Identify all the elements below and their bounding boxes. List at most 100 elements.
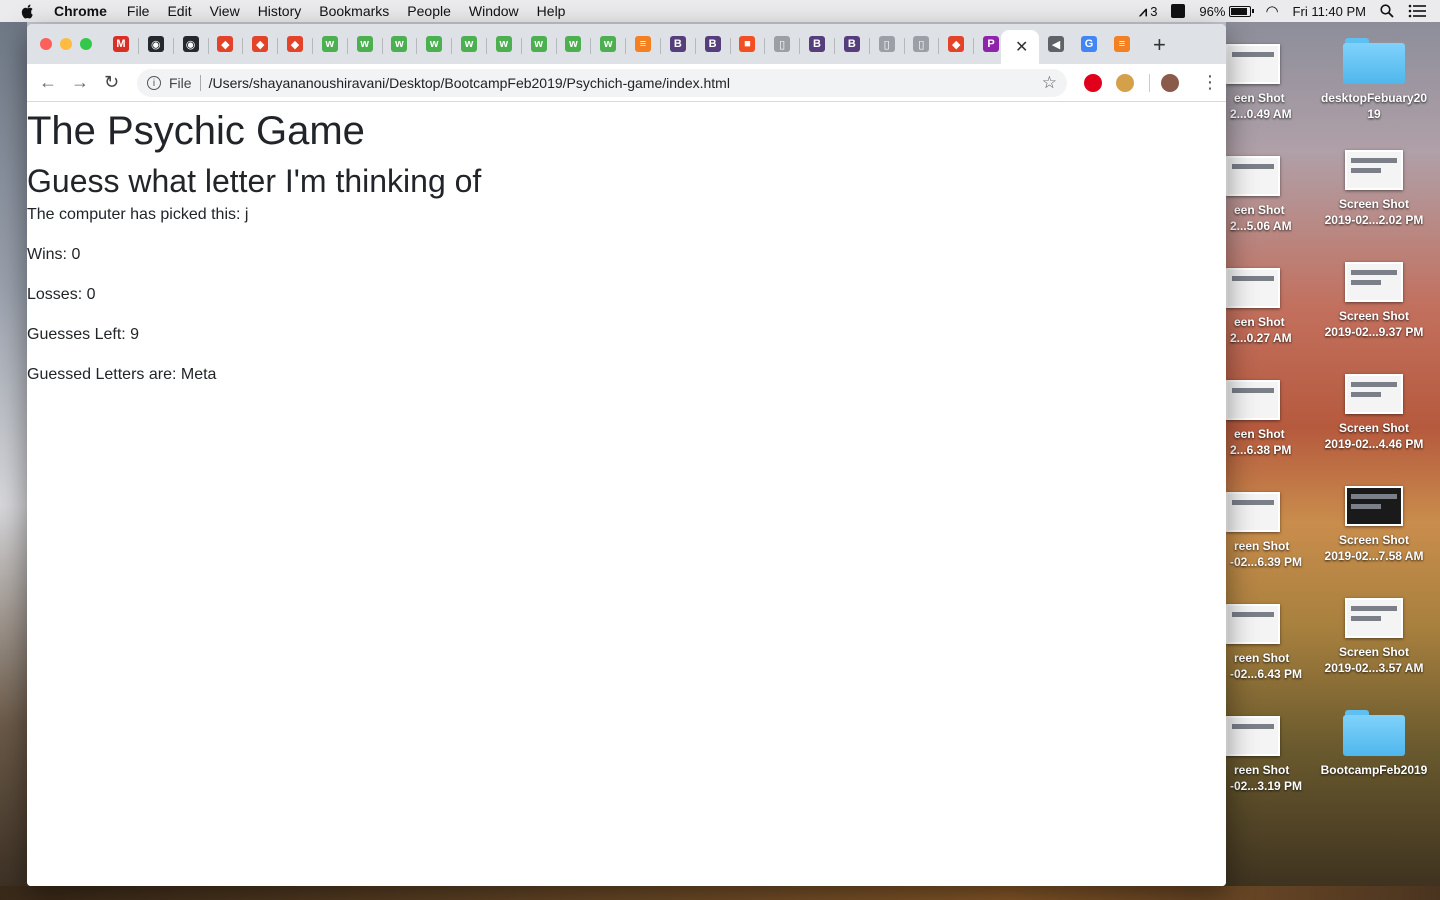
desktop-icon-label: een Shot xyxy=(1234,315,1285,329)
w3schools-icon[interactable]: w xyxy=(495,36,512,52)
tab-separator xyxy=(938,38,940,54)
menu-file[interactable]: File xyxy=(127,3,150,19)
reload-icon[interactable]: ↻ xyxy=(104,72,119,93)
menu-bookmarks[interactable]: Bookmarks xyxy=(319,3,389,19)
gitlab-icon[interactable]: ◆ xyxy=(217,36,234,52)
opera-extension-icon[interactable] xyxy=(1084,74,1102,92)
chrome-menu-icon[interactable]: ⋮ xyxy=(1201,72,1219,93)
menu-edit[interactable]: Edit xyxy=(167,3,191,19)
w3schools-icon[interactable]: w xyxy=(530,36,547,52)
desktop-icon-label: Screen Shot xyxy=(1338,645,1410,659)
desktop-screenshot-file[interactable]: Screen Shot 2019-02...4.46 PM xyxy=(1319,374,1429,452)
desktop-screenshot-file[interactable]: reen Shot -02...3.19 PM xyxy=(1226,716,1316,794)
menu-help[interactable]: Help xyxy=(537,3,566,19)
microsoft-icon[interactable]: ■ xyxy=(739,36,756,52)
github-icon[interactable]: ◉ xyxy=(182,36,199,52)
desktop-wallpaper-left xyxy=(0,22,27,900)
document-icon[interactable]: ▯ xyxy=(878,36,895,52)
stackoverflow-icon[interactable]: ≡ xyxy=(635,36,651,52)
tab-separator xyxy=(381,38,383,54)
minimize-window-button[interactable] xyxy=(60,38,72,50)
losses-text: Losses: 0 xyxy=(27,286,96,303)
google-icon[interactable]: G xyxy=(1081,36,1097,52)
tab-separator xyxy=(660,38,661,54)
apple-icon[interactable] xyxy=(20,3,36,19)
close-window-button[interactable] xyxy=(40,38,52,50)
desktop-icon-label: desktopFebuary20 xyxy=(1320,91,1428,105)
adobe-count: 3 xyxy=(1150,3,1158,19)
profile-avatar[interactable] xyxy=(1161,74,1179,92)
gitlab-icon[interactable]: ◆ xyxy=(287,36,303,52)
bootstrap-icon[interactable]: B xyxy=(809,36,825,52)
desktop-screenshot-file[interactable]: reen Shot -02...6.43 PM xyxy=(1226,604,1316,682)
desktop-screenshot-file[interactable]: een Shot 2...6.38 PM xyxy=(1226,380,1316,458)
desktop-icon-label: een Shot xyxy=(1234,91,1285,105)
desktop-screenshot-file[interactable]: reen Shot -02...6.39 PM xyxy=(1226,492,1316,570)
document-icon[interactable]: ▯ xyxy=(913,36,930,52)
battery-icon[interactable] xyxy=(1229,5,1255,17)
wifi-icon[interactable]: ◠ xyxy=(1265,2,1278,20)
menu-window[interactable]: Window xyxy=(469,3,519,19)
app-status-icon[interactable] xyxy=(1171,4,1186,18)
gmail-icon[interactable]: M xyxy=(113,36,129,52)
spotlight-search-icon[interactable] xyxy=(1380,4,1394,18)
menu-history[interactable]: History xyxy=(258,3,302,19)
url-text[interactable]: /Users/shayananoushiravani/Desktop/Bootc… xyxy=(209,75,730,91)
desktop-icon-sublabel: 2...0.49 AM xyxy=(1230,107,1292,121)
info-icon[interactable]: i xyxy=(147,76,161,90)
audio-icon[interactable]: ◀ xyxy=(1048,36,1064,52)
back-arrow-icon[interactable]: ← xyxy=(39,72,57,93)
desktop-screenshot-file[interactable]: een Shot 2...0.27 AM xyxy=(1226,268,1316,346)
close-tab-icon[interactable]: ✕ xyxy=(1015,37,1028,57)
app-menu-chrome[interactable]: Chrome xyxy=(54,3,107,19)
zoom-window-button[interactable] xyxy=(80,38,92,50)
tab-separator xyxy=(694,38,696,54)
desktop-screenshot-file[interactable]: Screen Shot 2019-02...9.37 PM xyxy=(1319,262,1429,340)
clock[interactable]: Fri 11:40 PM xyxy=(1293,4,1366,19)
w3schools-icon[interactable]: w xyxy=(356,36,373,52)
menu-view[interactable]: View xyxy=(210,3,240,19)
new-tab-button[interactable]: + xyxy=(1153,32,1166,58)
desktop-screenshot-file[interactable]: Screen Shot 2019-02...7.58 AM xyxy=(1319,486,1429,564)
tab-separator xyxy=(172,38,174,54)
desktop-icon-label: een Shot xyxy=(1234,203,1285,217)
desktop-screenshot-file[interactable]: een Shot 2...5.06 AM xyxy=(1226,156,1316,234)
desktop-icon-sublabel: 2019-02...9.37 PM xyxy=(1324,325,1424,339)
w3schools-icon[interactable]: w xyxy=(600,36,617,52)
bootstrap-icon[interactable]: B xyxy=(669,36,686,52)
document-icon[interactable]: ▯ xyxy=(774,36,791,52)
desktop-icon-sublabel: 2...0.27 AM xyxy=(1230,331,1292,345)
page-content: The Psychic Game Guess what letter I'm t… xyxy=(27,103,1226,886)
screenshot-thumbnail-icon xyxy=(1345,262,1403,302)
w3schools-icon[interactable]: w xyxy=(461,36,477,52)
flag-icon[interactable]: P xyxy=(983,36,999,52)
w3schools-icon[interactable]: w xyxy=(426,36,443,52)
github-icon[interactable]: ◉ xyxy=(147,36,164,52)
gitlab-icon[interactable]: ◆ xyxy=(252,36,269,52)
desktop-folder[interactable]: BootcampFeb2019 xyxy=(1319,710,1429,778)
desktop-screenshot-file[interactable]: Screen Shot 2019-02...2.02 PM xyxy=(1319,150,1429,228)
w3schools-icon[interactable]: w xyxy=(321,36,338,52)
desktop-icon-sublabel: -02...6.43 PM xyxy=(1230,667,1303,681)
desktop-icon-label: BootcampFeb2019 xyxy=(1320,763,1428,777)
gitlab-icon[interactable]: ◆ xyxy=(948,36,965,52)
bookmark-star-icon[interactable]: ☆ xyxy=(1042,73,1057,93)
w3schools-icon[interactable]: w xyxy=(565,36,582,52)
desktop-screenshot-file[interactable]: Screen Shot 2019-02...3.57 AM xyxy=(1319,598,1429,676)
stackoverflow-icon[interactable]: ≡ xyxy=(1114,36,1130,52)
tab-separator xyxy=(868,38,870,54)
forward-arrow-icon[interactable]: → xyxy=(71,72,89,93)
address-separator xyxy=(199,75,201,91)
bootstrap-icon[interactable]: B xyxy=(843,36,860,52)
adobe-status-icon[interactable]: ⩘ 3 xyxy=(1139,3,1157,20)
notification-center-icon[interactable] xyxy=(1408,4,1426,18)
desktop-icon-sublabel: 2019-02...3.57 AM xyxy=(1324,661,1424,675)
menu-people[interactable]: People xyxy=(407,3,451,19)
desktop-screenshot-file[interactable]: een Shot 2...0.49 AM xyxy=(1226,44,1316,122)
address-bar[interactable]: i File /Users/shayananoushiravani/Deskto… xyxy=(137,69,1067,97)
desktop-folder[interactable]: desktopFebuary20 19 xyxy=(1319,38,1429,122)
cookie-extension-icon[interactable] xyxy=(1116,74,1134,92)
chrome-window: M ◉ ◉ ◆ ◆ ◆ w w w w w w w w w ≡ B B ■ ▯ B B ▯ ▯ ◆ P ✕ ◀ G ≡ + ← → ↻… xyxy=(27,24,1226,886)
bootstrap-icon[interactable]: B xyxy=(704,36,721,52)
w3schools-icon[interactable]: w xyxy=(391,36,408,52)
